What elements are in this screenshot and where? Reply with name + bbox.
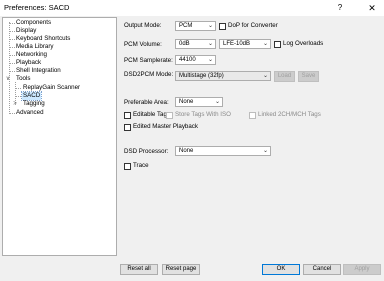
apply-button[interactable]: Apply	[343, 264, 381, 275]
tree-item-components[interactable]: Components	[15, 19, 52, 27]
cancel-button[interactable]: Cancel	[303, 264, 341, 275]
trace-label: Trace	[133, 162, 149, 169]
dsd2pcm-mode-value: Multistage (32fp)	[179, 73, 224, 79]
dsd-processor-label: DSD Processor:	[124, 148, 169, 155]
output-mode-value: PCM	[179, 23, 193, 29]
lfe-value: LFE-10dB	[223, 41, 251, 47]
dsd2pcm-mode-label: DSD2PCM Mode:	[124, 71, 174, 78]
dop-label: DoP for Converter	[228, 22, 278, 29]
tree-item-tagging[interactable]: Tagging	[22, 100, 46, 108]
tree-item-networking[interactable]: Networking	[15, 51, 48, 59]
load-button[interactable]: Load	[274, 71, 295, 82]
log-overloads-checkbox[interactable]	[274, 41, 281, 48]
tree-item-tools[interactable]: Tools	[15, 75, 31, 83]
tree-item-replaygain-scanner[interactable]: ReplayGain Scanner	[22, 84, 81, 92]
edited-master-label: Edited Master Playback	[133, 123, 198, 130]
preferences-tree[interactable]: Components Display Keyboard Shortcuts Me…	[2, 17, 117, 256]
pcm-volume-value: 0dB	[179, 41, 190, 47]
trace-checkbox[interactable]	[124, 163, 131, 170]
reset-page-button[interactable]: Reset page	[162, 264, 200, 275]
preferable-area-label: Preferable Area:	[124, 99, 169, 106]
preferable-area-value: None	[179, 99, 194, 105]
tree-item-shell-integration[interactable]: Shell Integration	[15, 67, 62, 75]
tree-item-sacd[interactable]: SACD	[20, 91, 43, 101]
title-bar: Preferences: SACD ? ✕	[0, 0, 384, 16]
store-tags-checkbox[interactable]	[166, 112, 173, 119]
close-button[interactable]: ✕	[360, 0, 384, 16]
help-button[interactable]: ?	[330, 0, 350, 16]
save-button[interactable]: Save	[298, 71, 319, 82]
linked-tags-label: Linked 2CH/MCH Tags	[258, 111, 321, 118]
dsd-processor-select[interactable]: None ⌄	[175, 146, 271, 156]
editable-tags-label: Editable Tags	[133, 111, 171, 118]
output-mode-select[interactable]: PCM ⌄	[175, 21, 216, 31]
store-tags-label: Store Tags With ISO	[175, 111, 231, 118]
chevron-down-icon: ⌄	[207, 57, 213, 63]
tree-item-playback[interactable]: Playback	[15, 59, 42, 67]
pcm-samplerate-value: 44100	[179, 57, 196, 63]
tree-connector	[15, 96, 21, 97]
dsd-processor-value: None	[179, 148, 194, 154]
pcm-volume-select[interactable]: 0dB ⌄	[175, 39, 216, 49]
pcm-samplerate-select[interactable]: 44100 ⌄	[175, 55, 216, 65]
editable-tags-checkbox[interactable]	[124, 112, 131, 119]
preferable-area-select[interactable]: None ⌄	[175, 97, 223, 107]
chevron-right-icon[interactable]: >	[12, 101, 18, 107]
chevron-down-icon: ⌄	[207, 41, 213, 47]
chevron-down-icon: ⌄	[262, 73, 268, 79]
linked-tags-checkbox[interactable]	[249, 112, 256, 119]
pcm-samplerate-label: PCM Samplerate:	[124, 57, 173, 64]
tree-item-keyboard-shortcuts[interactable]: Keyboard Shortcuts	[15, 35, 71, 43]
chevron-down-icon: ⌄	[262, 148, 268, 154]
window-title: Preferences: SACD	[4, 3, 70, 12]
tree-item-media-library[interactable]: Media Library	[15, 43, 55, 51]
log-overloads-label: Log Overloads	[283, 40, 324, 47]
ok-button[interactable]: OK	[262, 264, 300, 275]
lfe-select[interactable]: LFE-10dB ⌄	[219, 39, 271, 49]
reset-all-button[interactable]: Reset all	[120, 264, 158, 275]
chevron-down-icon[interactable]: ∨	[5, 76, 11, 82]
tree-item-advanced[interactable]: Advanced	[15, 109, 45, 117]
tree-connector	[9, 22, 10, 114]
tree-connector	[15, 88, 21, 89]
dsd2pcm-mode-select[interactable]: Multistage (32fp) ⌄	[175, 71, 271, 81]
chevron-down-icon: ⌄	[262, 41, 268, 47]
output-mode-label: Output Mode:	[124, 22, 162, 29]
dop-checkbox[interactable]	[219, 23, 226, 30]
tree-item-display[interactable]: Display	[15, 27, 37, 35]
chevron-down-icon: ⌄	[207, 23, 213, 29]
pcm-volume-label: PCM Volume:	[124, 41, 162, 48]
edited-master-checkbox[interactable]	[124, 124, 131, 131]
chevron-down-icon: ⌄	[214, 99, 220, 105]
